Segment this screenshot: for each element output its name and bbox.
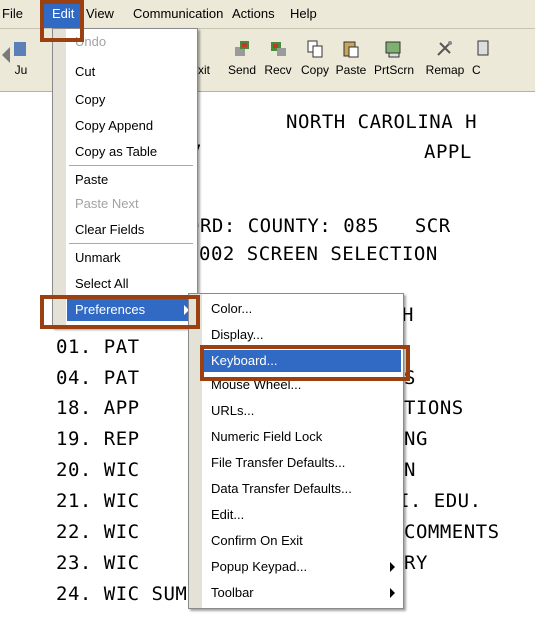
menu-item-paste[interactable]: Paste xyxy=(67,169,195,191)
pref-item-file-transfer-defaults[interactable]: File Transfer Defaults... xyxy=(203,452,401,474)
submenu-arrow-icon xyxy=(390,588,395,598)
menu-help[interactable]: Help xyxy=(290,6,317,21)
menu-item-undo: Undo xyxy=(75,34,107,49)
screen-selection-line: 002 SCREEN SELECTION xyxy=(199,243,438,265)
screen-option-20: 20. WIC xyxy=(56,459,140,481)
toolbar-button-partial[interactable]: Ju xyxy=(10,29,32,91)
pref-item-urls[interactable]: URLs... xyxy=(203,400,401,422)
pref-item-popup-keypad[interactable]: Popup Keypad... xyxy=(203,556,401,578)
screen-option-20-tail: N xyxy=(404,459,416,481)
toolbar-button-paste[interactable]: Paste xyxy=(334,29,368,91)
partial-tool-icon xyxy=(14,42,26,56)
screen-option-22: 22. WIC xyxy=(56,521,140,543)
pref-item-confirm-on-exit[interactable]: Confirm On Exit xyxy=(203,530,401,552)
screen-option-04: 04. PAT xyxy=(56,367,140,389)
edit-menu-dropdown: Undo Cut Copy Copy Append Copy as Table … xyxy=(52,28,198,328)
menu-edit[interactable]: Edit xyxy=(44,1,82,28)
submenu-arrow-icon xyxy=(390,562,395,572)
pref-item-display[interactable]: Display... xyxy=(203,324,401,346)
screen-county-line: DRD: COUNTY: 085 SCR xyxy=(188,215,451,237)
screen-option-23-tail: RY xyxy=(404,552,428,574)
screen-option-18: 18. APP xyxy=(56,397,140,419)
copy-icon xyxy=(307,40,323,58)
menu-view[interactable]: View xyxy=(86,6,114,21)
pref-item-mouse-wheel[interactable]: Mouse Wheel... xyxy=(203,374,401,396)
menu-item-select-all[interactable]: Select All xyxy=(67,273,195,295)
menu-bar: File Edit View Communication Actions Hel… xyxy=(0,0,535,29)
screen-option-19-tail: NG xyxy=(404,428,428,450)
toolbar-button-copy[interactable]: Copy xyxy=(298,29,332,91)
menu-item-copy-append[interactable]: Copy Append xyxy=(67,115,195,137)
menu-item-preferences[interactable]: Preferences xyxy=(67,299,195,321)
menu-separator xyxy=(69,243,193,244)
send-icon xyxy=(235,41,249,56)
pref-item-toolbar[interactable]: Toolbar xyxy=(203,582,401,604)
edit-menu-gutter xyxy=(53,29,66,327)
screen-option-21: 21. WIC xyxy=(56,490,140,512)
preferences-submenu: Color... Display... Keyboard... Mouse Wh… xyxy=(188,293,404,609)
toolbar-button-partial-right[interactable]: C xyxy=(472,29,492,91)
menu-item-clear-fields[interactable]: Clear Fields xyxy=(67,219,195,241)
screen-option-23: 23. WIC xyxy=(56,552,140,574)
screen-fragment-s: S xyxy=(404,367,416,389)
toolbar-scroll-left-icon[interactable] xyxy=(2,47,10,63)
menu-separator xyxy=(69,165,193,166)
menu-item-paste-next: Paste Next xyxy=(75,196,139,211)
receive-icon xyxy=(271,42,286,56)
menu-item-copy[interactable]: Copy xyxy=(67,89,195,111)
pref-item-numeric-field-lock[interactable]: Numeric Field Lock xyxy=(203,426,401,448)
menu-actions[interactable]: Actions xyxy=(232,6,275,21)
print-screen-icon xyxy=(385,41,401,58)
menu-item-unmark[interactable]: Unmark xyxy=(67,247,195,269)
toolbar-button-recv[interactable]: Recv xyxy=(262,29,294,91)
screen-option-19: 19. REP xyxy=(56,428,140,450)
screen-title-line1: NORTH CAROLINA H xyxy=(286,111,478,133)
remap-icon xyxy=(437,41,452,56)
screen-option-22-tail: COMMENTS xyxy=(404,521,500,543)
menu-item-copy-as-table[interactable]: Copy as Table xyxy=(67,141,195,163)
menu-file[interactable]: File xyxy=(2,6,23,21)
screen-option-01: 01. PAT xyxy=(56,336,140,358)
menu-edit-label: Edit xyxy=(52,6,75,21)
preferences-menu-gutter xyxy=(189,294,202,608)
pref-item-keyboard[interactable]: Keyboard... xyxy=(203,350,401,372)
menu-item-cut[interactable]: Cut xyxy=(67,61,195,83)
toolbar-button-send[interactable]: Send xyxy=(226,29,258,91)
terminal-emulator-window: File Edit View Communication Actions Hel… xyxy=(0,0,535,628)
pref-item-color[interactable]: Color... xyxy=(203,298,401,320)
screen-title-line2: APPL xyxy=(424,141,472,163)
partial-icon xyxy=(477,40,489,56)
pref-item-data-transfer-defaults[interactable]: Data Transfer Defaults... xyxy=(203,478,401,500)
paste-icon xyxy=(343,41,359,58)
pref-item-edit[interactable]: Edit... xyxy=(203,504,401,526)
screen-option-18-tail: TIONS xyxy=(404,397,464,419)
toolbar-button-prtscrn[interactable]: PrtScrn xyxy=(370,29,418,91)
toolbar-button-remap[interactable]: Remap xyxy=(422,29,468,91)
menu-communication[interactable]: Communication xyxy=(133,6,223,21)
